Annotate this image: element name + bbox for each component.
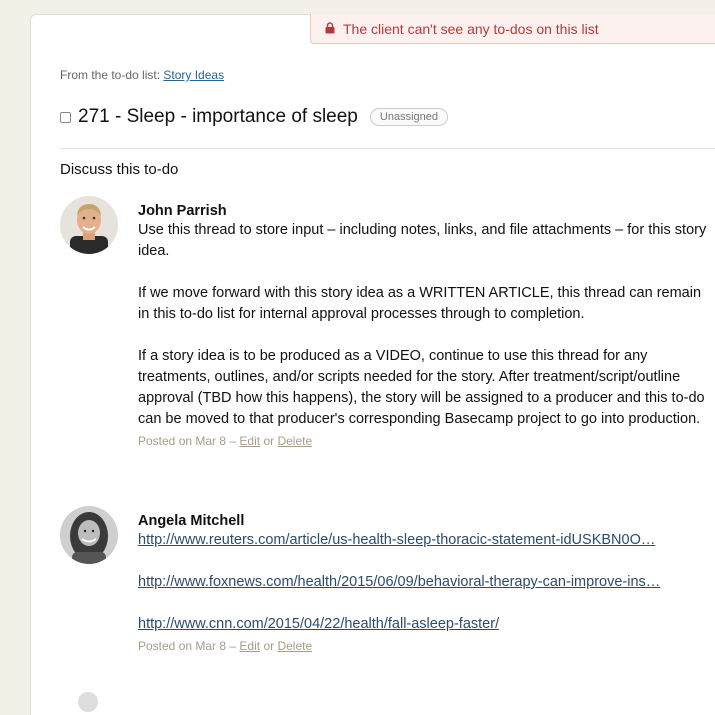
or-text: or [263, 434, 275, 448]
delete-link[interactable]: Delete [277, 639, 312, 653]
avatar-john-icon [60, 196, 118, 254]
posted-date: Posted on Mar 8 – [138, 639, 237, 653]
edit-link[interactable]: Edit [239, 639, 260, 653]
comment-paragraph: If we move forward with this story idea … [138, 285, 702, 322]
comment-link[interactable]: http://www.cnn.com/2015/04/22/health/fal… [138, 614, 713, 635]
posted-date: Posted on Mar 8 – [138, 434, 237, 448]
lock-icon [325, 21, 335, 33]
comment-meta: Posted on Mar 8 – Edit or Delete [138, 637, 713, 655]
avatar[interactable] [60, 196, 118, 254]
comment-link[interactable]: http://www.foxnews.com/health/2015/06/09… [138, 572, 713, 593]
client-visibility-notice: The client can't see any to-dos on this … [310, 14, 715, 44]
comment-body: Angela Mitchell http://www.reuters.com/a… [138, 506, 713, 655]
avatar[interactable] [60, 506, 118, 564]
avatar-angela-icon [60, 506, 118, 564]
comment-paragraph: Use this thread to store input – includi… [138, 222, 707, 259]
comment-author: Angela Mitchell [138, 513, 245, 529]
source-list-link[interactable]: Story Ideas [163, 68, 224, 82]
todo-title[interactable]: 271 - Sleep - importance of sleep [78, 106, 358, 128]
comment-link[interactable]: http://www.reuters.com/article/us-health… [138, 530, 713, 551]
comment-links: http://www.reuters.com/article/us-health… [138, 530, 713, 635]
comment-meta: Posted on Mar 8 – Edit or Delete [138, 432, 713, 450]
notice-text: The client can't see any to-dos on this … [343, 20, 599, 37]
assignee-badge[interactable]: Unassigned [369, 108, 448, 126]
or-text: or [263, 639, 275, 653]
next-comment-avatar [78, 692, 98, 712]
todo-checkbox[interactable] [60, 111, 71, 123]
comment-body: John Parrish Use this thread to store in… [138, 196, 713, 450]
source-list-line: From the to-do list: Story Ideas [60, 68, 224, 82]
comment-author: John Parrish [138, 203, 227, 219]
discussion-heading: Discuss this to-do [60, 161, 179, 178]
todo-header: 271 - Sleep - importance of sleep Unassi… [60, 106, 448, 128]
delete-link[interactable]: Delete [277, 434, 312, 448]
divider [60, 148, 715, 149]
comment-paragraph: If a story idea is to be produced as a V… [138, 348, 705, 427]
edit-link[interactable]: Edit [239, 434, 260, 448]
source-prefix: From the to-do list: [60, 68, 161, 82]
